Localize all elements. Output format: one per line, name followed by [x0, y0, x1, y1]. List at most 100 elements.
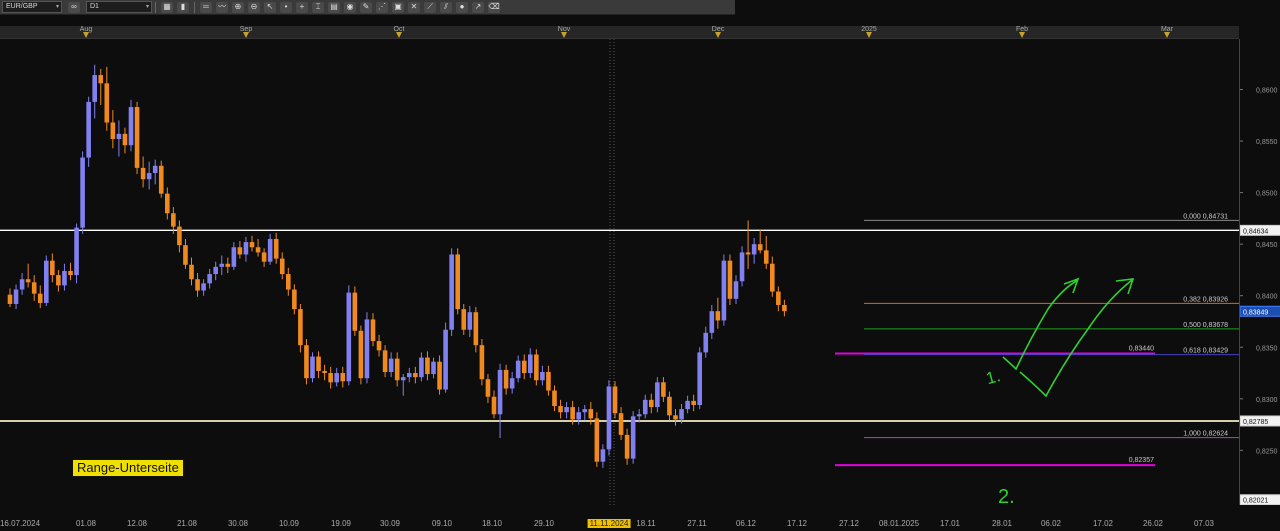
pattern-icon[interactable]: ⋰: [376, 1, 388, 13]
fib-level-label: 0,500 0,83678: [1183, 322, 1228, 329]
shape-icon[interactable]: ●: [456, 1, 468, 13]
bear-candle: [552, 390, 557, 407]
candlestick-chart: 0,000 0,84731 0,382 0,83926 0,500 0,83678 0…: [0, 39, 1239, 505]
date-label: 30.08: [227, 519, 249, 528]
bull-candle: [116, 133, 122, 140]
chart-plot-area[interactable]: 0,000 0,84731 0,382 0,83926 0,500 0,83678 0…: [0, 39, 1239, 505]
wave-label-2: 2.: [998, 486, 1015, 505]
date-label: 16.07.2024: [0, 519, 41, 528]
bear-candle: [473, 312, 479, 346]
text-icon[interactable]: ▤: [328, 1, 340, 13]
date-label: 10.09: [278, 519, 300, 528]
bull-candle: [515, 360, 521, 379]
bull-candle: [685, 400, 690, 410]
fib-level-label: 0,618 0,83429: [1183, 348, 1228, 355]
bear-candle: [189, 264, 194, 280]
price-tag-label: 0,84634: [1243, 228, 1268, 235]
bull-candle: [419, 357, 424, 378]
bear-candle: [31, 282, 37, 294]
zoom-out-icon[interactable]: ⊖: [248, 1, 260, 13]
bear-candle: [727, 260, 733, 299]
bull-candle: [407, 373, 412, 378]
pencil-icon[interactable]: ✎: [360, 1, 372, 13]
bull-candle: [86, 101, 91, 158]
price-tag-label: 0,82785: [1243, 419, 1268, 426]
date-label: 29.10: [533, 519, 555, 528]
trendline-icon[interactable]: ⟋: [424, 1, 436, 13]
bull-candle: [62, 270, 67, 286]
date-label: 08.01.2025: [878, 519, 920, 528]
bear-candle: [134, 107, 140, 168]
bear-candle: [110, 122, 116, 140]
chart-type-icon[interactable]: ▦: [161, 1, 173, 13]
cursor-icon[interactable]: ↖: [264, 1, 276, 13]
bull-candle: [146, 173, 152, 180]
date-label: 21.08: [176, 519, 198, 528]
bear-candle: [382, 350, 388, 373]
fib-level-label: 0,382 0,83926: [1183, 296, 1228, 303]
bear-candle: [485, 379, 491, 397]
eraser-icon[interactable]: ⌫: [488, 1, 500, 13]
bear-candle: [503, 369, 509, 389]
price-tick-label: 0,8600: [1256, 88, 1278, 95]
fib-icon[interactable]: ⫽: [440, 1, 452, 13]
date-label: 26.02: [1142, 519, 1164, 528]
bull-candle: [231, 247, 237, 267]
layers-icon[interactable]: ▣: [392, 1, 404, 13]
bear-candle: [56, 275, 61, 286]
dot-icon[interactable]: •: [280, 1, 292, 13]
bear-candle: [261, 252, 267, 262]
bear-candle: [491, 396, 497, 415]
price-tick-label: 0,8550: [1256, 139, 1278, 146]
price-tick-label: 0,8400: [1256, 294, 1278, 301]
date-label: 01.08: [75, 519, 97, 528]
month-marker-icon: [1164, 32, 1170, 38]
arrow-icon[interactable]: ↗: [472, 1, 484, 13]
fib-level-label: 0,000 0,84731: [1183, 213, 1228, 220]
bull-candle: [636, 414, 642, 417]
chevron-down-icon: ▾: [55, 4, 59, 10]
bear-candle: [437, 361, 442, 390]
bull-candle: [697, 352, 702, 405]
zoom-in-icon[interactable]: ⊕: [232, 1, 244, 13]
bear-candle: [358, 330, 364, 379]
bar-icon[interactable]: ▮: [177, 1, 189, 13]
bear-candle: [165, 193, 170, 214]
bear-candle: [673, 415, 678, 420]
crosshair-icon[interactable]: +: [296, 1, 308, 13]
date-label: 17.02: [1092, 519, 1114, 528]
bear-candle: [171, 213, 176, 227]
bear-candle: [68, 270, 73, 276]
line-icon[interactable]: ═: [200, 1, 212, 13]
bear-candle: [776, 291, 781, 305]
bull-candle: [388, 358, 394, 373]
bear-candle: [183, 245, 188, 265]
bear-candle: [745, 252, 751, 255]
symbol-selector[interactable]: EUR/GBP ▾: [2, 1, 62, 13]
bear-candle: [667, 396, 672, 416]
bear-candle: [98, 75, 104, 84]
link-icon[interactable]: ∞: [68, 1, 80, 13]
bull-candle: [213, 266, 218, 275]
indicator-icon[interactable]: 〰: [216, 1, 228, 13]
bear-candle: [624, 434, 630, 459]
bear-candle: [237, 247, 243, 255]
month-marker-icon: [243, 32, 249, 38]
date-label: 18.11: [636, 519, 656, 528]
bull-candle: [346, 292, 352, 382]
cross-icon[interactable]: ✕: [408, 1, 420, 13]
wave-label-1: 1.: [984, 366, 1003, 388]
plus-icon[interactable]: ⌶: [312, 1, 324, 13]
draw-icon[interactable]: ◉: [344, 1, 356, 13]
bear-candle: [534, 354, 539, 381]
bull-candle: [207, 274, 212, 284]
price-axis: 0,8600 0,8550 0,8500 0,8450 0,8400 0,8350 0,83…: [1239, 39, 1280, 506]
bear-candle: [273, 239, 279, 259]
projection-arrow-1: [1002, 279, 1079, 371]
bear-candle: [158, 165, 164, 194]
bull-candle: [739, 252, 745, 282]
price-tick-label: 0,8350: [1256, 345, 1278, 352]
bear-candle: [588, 409, 594, 419]
timeframe-selector[interactable]: D1 ▾: [86, 1, 152, 13]
bear-candle: [558, 406, 563, 413]
